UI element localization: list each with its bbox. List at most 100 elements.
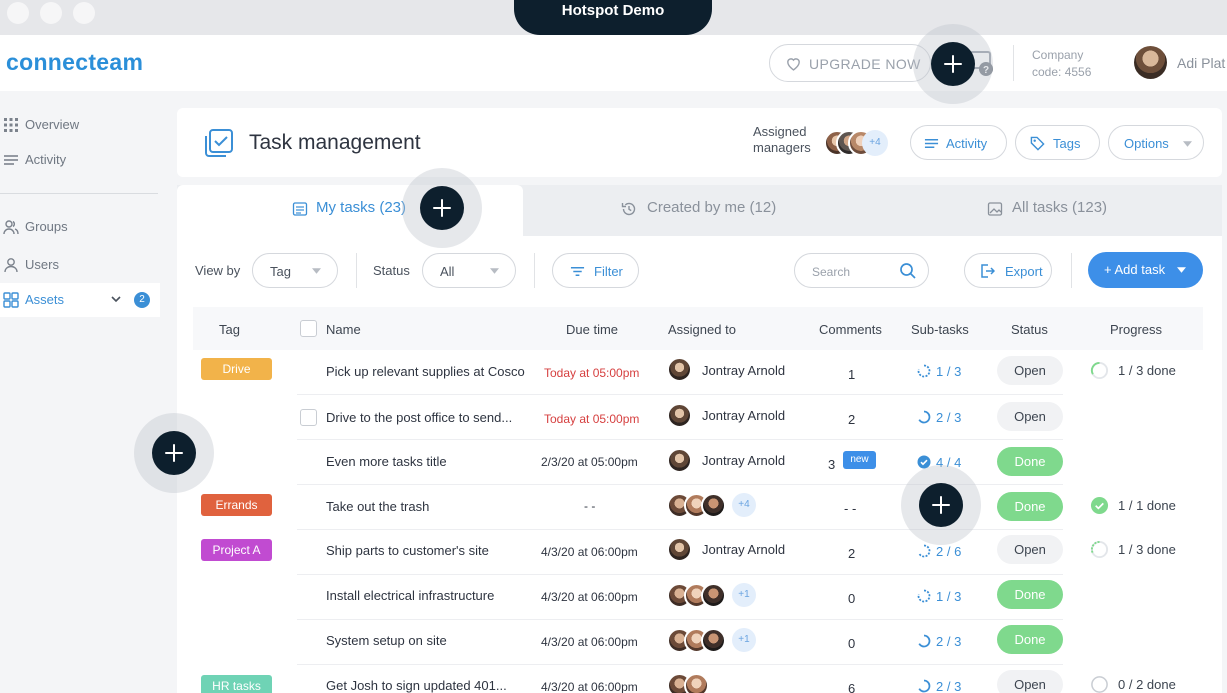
image-icon (987, 202, 1003, 216)
task-name[interactable]: Get Josh to sign updated 401... (326, 678, 507, 693)
column-header-assigned-to[interactable]: Assigned to (668, 322, 736, 337)
column-header-status[interactable]: Status (1011, 322, 1048, 337)
window-minimize-dot[interactable] (40, 2, 62, 24)
add-task-button[interactable]: + Add task (1088, 252, 1203, 288)
select-all-checkbox[interactable] (300, 320, 317, 337)
hotspot-marker-topbar[interactable] (913, 24, 993, 104)
task-name[interactable]: Drive to the post office to send... (326, 410, 512, 425)
comments-count[interactable]: 1 (848, 367, 855, 382)
tag-badge-drive[interactable]: Drive (201, 358, 272, 380)
progress-indicator: 1 / 3 done (1090, 540, 1176, 559)
search-input[interactable]: Search (794, 253, 929, 288)
assets-icon (3, 292, 19, 308)
comments-count[interactable]: 0 (848, 591, 855, 606)
assignee-name[interactable]: Jontray Arnold (702, 453, 785, 468)
table-row[interactable]: Install electrical infrastructure 4/3/20… (193, 575, 1203, 620)
activity-button-label: Activity (946, 136, 988, 151)
progress-label: 1 / 1 done (1118, 498, 1176, 513)
sidebar-item-groups[interactable]: Groups (0, 210, 160, 244)
status-badge[interactable]: Done (997, 580, 1063, 609)
table-row[interactable]: Even more tasks title 2/3/20 at 05:00pm … (193, 440, 1203, 485)
chevron-down-icon[interactable] (110, 293, 122, 305)
due-time: Today at 05:00pm (544, 412, 640, 426)
assignee-name[interactable]: Jontray Arnold (702, 363, 785, 378)
tag-badge-project-a[interactable]: Project A (201, 539, 272, 561)
connecteam-logo[interactable]: connecteam (6, 49, 143, 76)
tag-badge-errands[interactable]: Errands (201, 494, 272, 516)
subtasks-count[interactable]: 1 / 3 (917, 364, 961, 379)
status-badge[interactable]: Done (997, 492, 1063, 521)
hotspot-marker-subtasks[interactable] (901, 465, 981, 545)
comments-count[interactable]: 3 (828, 457, 835, 472)
sidebar-item-overview[interactable]: Overview (0, 108, 160, 142)
status-dropdown[interactable]: All (422, 253, 516, 288)
tag-badge-hr-tasks[interactable]: HR tasks (201, 675, 272, 693)
assignee-name[interactable]: Jontray Arnold (702, 542, 785, 557)
comments-count[interactable]: 2 (848, 412, 855, 427)
sidebar-item-users[interactable]: Users (0, 248, 160, 282)
caret-down-icon (1183, 141, 1192, 147)
upgrade-now-button[interactable]: UPGRADE NOW (769, 44, 931, 82)
more-assignees-chip[interactable]: +1 (732, 583, 756, 607)
export-button[interactable]: Export (964, 253, 1052, 288)
task-name[interactable]: Install electrical infrastructure (326, 588, 494, 603)
window-close-dot[interactable] (7, 2, 29, 24)
hotspot-marker-tabs[interactable] (402, 168, 482, 248)
task-name[interactable]: Even more tasks title (326, 454, 447, 469)
activity-button[interactable]: Activity (910, 125, 1007, 160)
column-header-sub-tasks[interactable]: Sub-tasks (911, 322, 969, 337)
sidebar-item-assets[interactable]: Assets 2 (0, 283, 160, 317)
window-maximize-dot[interactable] (73, 2, 95, 24)
user-name[interactable]: Adi Plat (1177, 55, 1225, 71)
task-name[interactable]: System setup on site (326, 633, 447, 648)
menu-lines-icon (924, 139, 939, 148)
status-badge[interactable]: Done (997, 447, 1063, 476)
user-avatar[interactable] (1134, 46, 1167, 79)
progress-label: 1 / 3 done (1118, 363, 1176, 378)
tab-all-tasks[interactable]: All tasks (123) (873, 185, 1222, 236)
subtasks-count[interactable]: 1 / 3 (917, 589, 961, 604)
add-task-label: + Add task (1104, 262, 1166, 277)
status-badge[interactable]: Open (997, 670, 1063, 693)
table-row[interactable]: HR tasks Get Josh to sign updated 401...… (193, 665, 1203, 693)
sidebar-item-activity[interactable]: Activity (0, 143, 160, 177)
more-managers-chip[interactable]: +4 (862, 130, 888, 156)
column-header-progress[interactable]: Progress (1110, 322, 1162, 337)
view-by-dropdown[interactable]: Tag (252, 253, 338, 288)
tags-button[interactable]: Tags (1015, 125, 1100, 160)
subtasks-count[interactable]: 2 / 3 (917, 410, 961, 425)
task-name[interactable]: Take out the trash (326, 499, 429, 514)
subtasks-count[interactable]: 2 / 6 (917, 544, 961, 559)
assigned-managers-label: Assigned managers (753, 124, 811, 156)
more-assignees-chip[interactable]: +4 (732, 493, 756, 517)
status-badge[interactable]: Open (997, 356, 1063, 385)
task-name[interactable]: Ship parts to customer's site (326, 543, 489, 558)
table-row[interactable]: Drive to the post office to send... Toda… (193, 395, 1203, 440)
column-header-tag[interactable]: Tag (219, 322, 240, 337)
hotspot-marker-sidebar[interactable] (134, 413, 214, 493)
options-dropdown[interactable]: Options (1108, 125, 1204, 160)
column-header-name[interactable]: Name (326, 322, 361, 337)
table-row[interactable]: Project A Ship parts to customer's site … (193, 530, 1203, 575)
subtasks-count[interactable]: 2 / 3 (917, 679, 961, 693)
column-header-due-time[interactable]: Due time (566, 322, 618, 337)
table-row[interactable]: System setup on site 4/3/20 at 06:00pm +… (193, 620, 1203, 665)
table-row[interactable]: Drive Pick up relevant supplies at Cosco… (193, 350, 1203, 395)
status-badge[interactable]: Open (997, 402, 1063, 431)
comments-count[interactable]: 6 (848, 681, 855, 693)
partial-progress-icon (918, 544, 931, 558)
task-name[interactable]: Pick up relevant supplies at Cosco (326, 364, 525, 379)
subtasks-count[interactable]: 2 / 3 (917, 634, 961, 649)
status-badge[interactable]: Open (997, 535, 1063, 564)
assignee-name[interactable]: Jontray Arnold (702, 408, 785, 423)
status-badge[interactable]: Done (997, 625, 1063, 654)
column-header-comments[interactable]: Comments (819, 322, 882, 337)
tab-created-by-me[interactable]: Created by me (12) (523, 185, 873, 236)
filter-button[interactable]: Filter (552, 253, 639, 288)
table-row[interactable]: Errands Take out the trash - - +4 - - Do… (193, 485, 1203, 530)
task-checkbox[interactable] (300, 409, 317, 426)
hotspot-demo-label: Hotspot Demo (514, 0, 712, 35)
comments-count[interactable]: 0 (848, 636, 855, 651)
more-assignees-chip[interactable]: +1 (732, 628, 756, 652)
comments-count[interactable]: 2 (848, 546, 855, 561)
